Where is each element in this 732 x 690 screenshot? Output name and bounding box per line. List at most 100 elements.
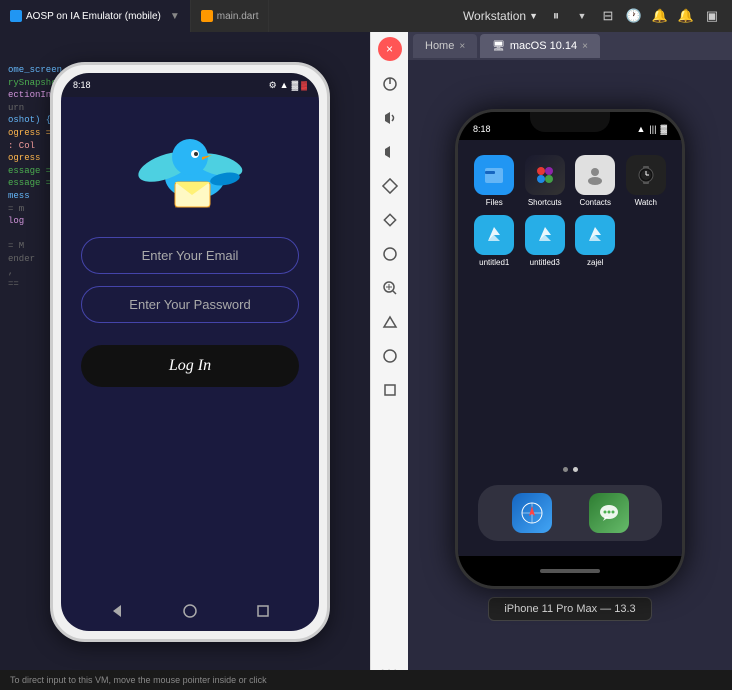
tab-dart-label: main.dart xyxy=(217,11,259,22)
page-dot-2 xyxy=(573,467,578,472)
tab-macos-label: macOS 10.14 xyxy=(510,40,577,52)
bottom-bar-text: To direct input to this VM, move the mou… xyxy=(10,675,267,685)
notification-icon[interactable]: 🔔 xyxy=(650,6,670,26)
app-icon-untitled1[interactable]: untitled1 xyxy=(473,215,516,267)
iphone-status-icons: ▲ ||| ▓ xyxy=(637,124,668,134)
watch-label: Watch xyxy=(635,198,657,207)
zajel-label: zajel xyxy=(587,258,603,267)
login-button[interactable]: Log In xyxy=(81,345,299,387)
password-placeholder: Enter Your Password xyxy=(129,297,250,312)
page-dots xyxy=(468,467,672,472)
android-status-icons: ⚙ ▲ ▓ ▓ xyxy=(269,80,307,91)
app-grid: Files S xyxy=(468,150,672,272)
email-placeholder: Enter Your Email xyxy=(142,248,239,263)
macos-icon: 🖥 xyxy=(492,41,505,52)
back-button[interactable] xyxy=(107,601,127,621)
right-panel: Home × 🖥 macOS 10.14 × 8:18 ▲ ||| xyxy=(408,32,732,690)
app-icon-zajel[interactable]: zajel xyxy=(574,215,617,267)
code-panel: ome_screen.dart rySnapshot( ectionIndex:… xyxy=(0,32,370,690)
camera-icon[interactable] xyxy=(374,238,406,270)
screen-spacer xyxy=(468,272,672,467)
tab-emulator[interactable]: AOSP on IA Emulator (mobile) ▼ xyxy=(0,0,191,32)
workstation-label[interactable]: Workstation ▼ xyxy=(463,9,538,23)
tab-main-dart[interactable]: main.dart xyxy=(191,0,270,32)
contacts-label: Contacts xyxy=(579,198,611,207)
tab-macos-close[interactable]: × xyxy=(582,41,588,52)
android-phone: 8:18 ⚙ ▲ ▓ ▓ xyxy=(50,62,330,642)
iphone-device-label: iPhone 11 Pro Max — 13.3 xyxy=(488,597,651,621)
android-screen: Enter Your Email Enter Your Password Log… xyxy=(61,97,319,591)
email-input[interactable]: Enter Your Email xyxy=(81,237,299,274)
password-input[interactable]: Enter Your Password xyxy=(81,286,299,323)
dropdown-icon[interactable]: ▼ xyxy=(572,6,592,26)
toolbar-icons: ⏸ ▼ ⊟ 🕐 🔔 🔔 ▣ xyxy=(546,6,722,26)
square-icon[interactable] xyxy=(374,374,406,406)
right-tabs: Home × 🖥 macOS 10.14 × xyxy=(408,32,732,60)
bottom-bar: To direct input to this VM, move the mou… xyxy=(0,670,732,690)
untitled1-label: untitled1 xyxy=(479,258,509,267)
volume-down-button[interactable] xyxy=(374,136,406,168)
top-bar: AOSP on IA Emulator (mobile) ▼ main.dart… xyxy=(0,0,732,32)
dock-messages[interactable] xyxy=(589,493,629,533)
diamond-icon[interactable] xyxy=(374,204,406,236)
login-button-label: Log In xyxy=(169,357,211,374)
close-button[interactable]: × xyxy=(378,37,402,61)
battery-icon: ▓ xyxy=(292,80,299,90)
tab-home-label: Home xyxy=(425,40,454,52)
untitled1-icon xyxy=(474,215,514,255)
power-button[interactable] xyxy=(374,68,406,100)
page-dot-1 xyxy=(563,467,568,472)
tab-emulator-close[interactable]: ▼ xyxy=(170,11,180,22)
zajel-icon xyxy=(575,215,615,255)
bird-illustration xyxy=(130,117,250,217)
untitled3-label: untitled3 xyxy=(530,258,560,267)
iphone-home-indicator xyxy=(458,556,682,586)
layout-icon[interactable]: ▣ xyxy=(702,6,722,26)
iphone-frame: 8:18 ▲ ||| ▓ xyxy=(455,109,685,589)
tab-icon-dart xyxy=(201,10,213,22)
recents-button[interactable] xyxy=(253,601,273,621)
pause-icon[interactable]: ⏸ xyxy=(546,6,566,26)
alert-icon[interactable]: 🔔 xyxy=(676,6,696,26)
wifi-icon: ▲ xyxy=(280,80,289,90)
iphone-wifi-icon: ▲ xyxy=(637,124,646,134)
side-toolbar: × xyxy=(370,32,408,690)
triangle-icon[interactable] xyxy=(374,306,406,338)
android-status-bar: 8:18 ⚙ ▲ ▓ ▓ xyxy=(61,73,319,97)
app-icon-files[interactable]: Files xyxy=(473,155,516,207)
files-icon xyxy=(474,155,514,195)
device-label-text: iPhone 11 Pro Max — 13.3 xyxy=(504,603,635,615)
rotate-icon[interactable] xyxy=(374,170,406,202)
contacts-icon xyxy=(575,155,615,195)
monitor-icon[interactable]: ⊟ xyxy=(598,6,618,26)
tab-home-close[interactable]: × xyxy=(459,41,465,52)
android-nav-bar xyxy=(61,591,319,631)
iphone-signal-icon: ||| xyxy=(649,124,656,134)
shortcuts-label: Shortcuts xyxy=(528,198,562,207)
iphone-time: 8:18 xyxy=(473,124,491,134)
iphone-notch xyxy=(530,112,610,132)
settings-icon: ⚙ xyxy=(269,80,277,91)
app-icon-watch[interactable]: Watch xyxy=(625,155,668,207)
android-phone-inner: 8:18 ⚙ ▲ ▓ ▓ xyxy=(61,73,319,631)
iphone-dock xyxy=(478,485,662,541)
dock-safari[interactable] xyxy=(512,493,552,533)
iphone-container: 8:18 ▲ ||| ▓ xyxy=(408,60,732,670)
app-icon-contacts[interactable]: Contacts xyxy=(574,155,617,207)
app-icon-shortcuts[interactable]: Shortcuts xyxy=(524,155,567,207)
files-label: Files xyxy=(486,198,503,207)
zoom-icon[interactable] xyxy=(374,272,406,304)
home-button[interactable] xyxy=(180,601,200,621)
tab-icon-emulator xyxy=(10,10,22,22)
untitled3-icon xyxy=(525,215,565,255)
android-time: 8:18 xyxy=(73,80,91,90)
tab-macos[interactable]: 🖥 macOS 10.14 × xyxy=(480,34,600,58)
tab-emulator-label: AOSP on IA Emulator (mobile) xyxy=(26,11,161,22)
home-indicator-bar xyxy=(540,569,600,573)
time-icon[interactable]: 🕐 xyxy=(624,6,644,26)
app-icon-untitled3[interactable]: untitled3 xyxy=(524,215,567,267)
tab-home[interactable]: Home × xyxy=(413,34,477,58)
volume-up-button[interactable] xyxy=(374,102,406,134)
circle-icon[interactable] xyxy=(374,340,406,372)
iphone-battery-icon: ▓ xyxy=(660,124,667,134)
